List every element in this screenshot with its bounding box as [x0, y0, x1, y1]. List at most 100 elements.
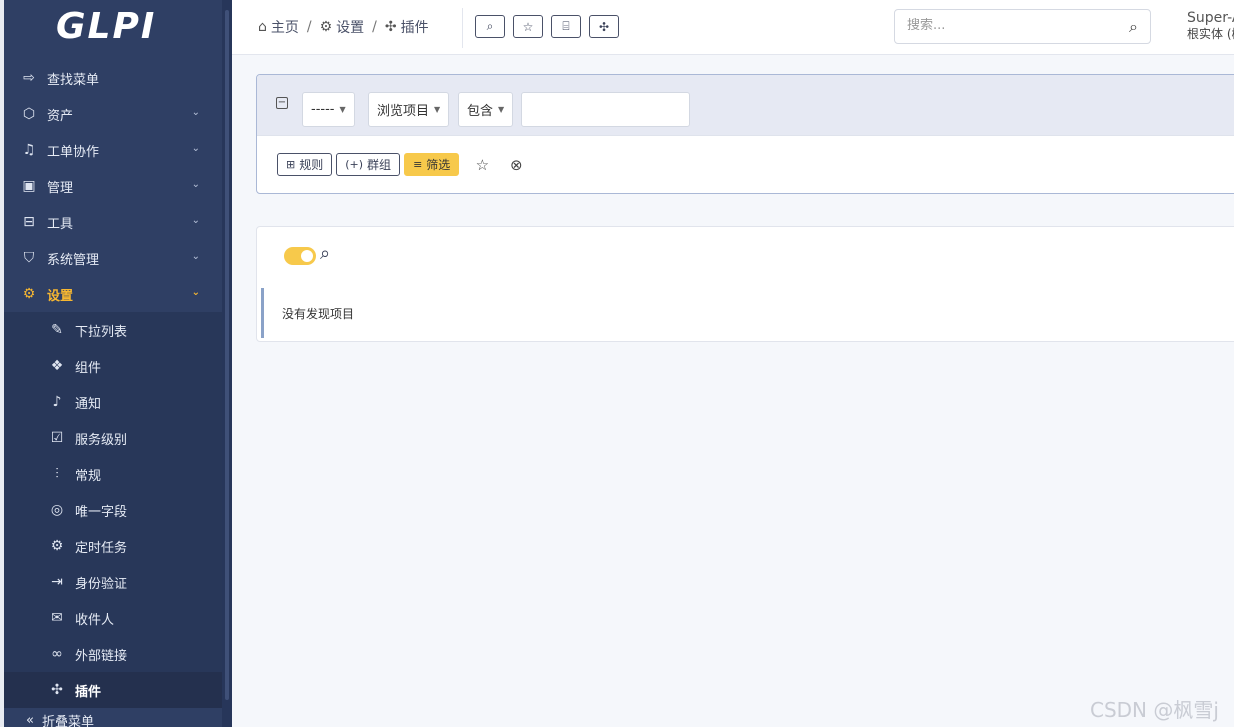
caret-down-icon: ▼: [434, 105, 441, 114]
collapse-menu-button[interactable]: « 折叠菜单: [4, 710, 222, 727]
submenu-item-label: 身份验证: [75, 576, 128, 592]
square-plus-icon: ⊞: [286, 158, 296, 171]
puzzle-icon: ✣: [51, 682, 63, 698]
sidebar-item-6[interactable]: ⚙ 设置 ⌄: [4, 276, 222, 312]
sidebar-item-5[interactable]: ⛉ 系统管理 ⌄: [4, 240, 222, 276]
header-divider: [462, 8, 463, 48]
submenu-item-10[interactable]: ✣ 插件: [4, 672, 222, 708]
breadcrumb: ⌂ 主页 / ⚙ 设置 / ✣ 插件: [258, 17, 429, 37]
star-button[interactable]: ☆: [513, 15, 543, 38]
global-search: ⌕: [894, 9, 1151, 44]
switch-knob: [301, 250, 313, 262]
headset-icon: ♫: [22, 142, 36, 158]
logo-text: GLPI: [56, 5, 157, 47]
add-rule-label: 规则: [299, 158, 324, 172]
filter-button[interactable]: ≡ 筛选: [404, 153, 460, 176]
submenu-item-6[interactable]: ⚙ 定时任务: [4, 528, 222, 564]
link-icon: ∞: [51, 646, 63, 662]
submenu-item-label: 收件人: [75, 612, 115, 628]
star-icon: ☆: [522, 19, 534, 34]
sidebar-item-4[interactable]: ⊟ 工具 ⌄: [4, 204, 222, 240]
reset-circle-x-icon[interactable]: ⊗: [505, 154, 527, 176]
gear-icon: ⚙: [319, 19, 333, 35]
submenu-item-label: 服务级别: [75, 432, 128, 448]
bell-icon: ♪: [52, 394, 62, 410]
scrollbar-thumb[interactable]: [225, 10, 229, 700]
settings-automation-icon: ⚙: [50, 538, 64, 554]
breadcrumb-item-1[interactable]: ⚙ 设置: [320, 17, 365, 37]
chevron-down-icon: ⌄: [191, 251, 200, 262]
item-select[interactable]: 浏览项目 ▼: [368, 92, 450, 127]
submenu-item-2[interactable]: ♪ 通知: [4, 384, 222, 420]
item-select-value: 浏览项目: [377, 104, 430, 119]
collapse-menu-label: 折叠菜单: [41, 714, 94, 727]
sidebar-item-label: 工单协作: [47, 144, 100, 160]
operator-select[interactable]: 包含 ▼: [458, 92, 514, 127]
filter-label: 筛选: [426, 158, 451, 172]
submenu-item-9[interactable]: ∞ 外部链接: [4, 636, 222, 672]
breadcrumb-item-2[interactable]: ✣ 插件: [385, 17, 429, 37]
search-icon[interactable]: ⌕: [1129, 17, 1138, 37]
user-name: Super-A: [1187, 10, 1234, 26]
submenu-item-5[interactable]: ◎ 唯一字段: [4, 492, 222, 528]
remove-criteria-icon[interactable]: −: [276, 97, 288, 109]
submenu-item-7[interactable]: ⇥ 身份验证: [4, 564, 222, 600]
operator-select-value: 包含: [467, 104, 494, 119]
watermark: CSDN @枫雪j: [1090, 698, 1219, 722]
display-toggle-switch[interactable]: [284, 247, 316, 265]
list-search-icon: ≡: [413, 158, 423, 171]
breadcrumb-label: 主页: [270, 20, 299, 36]
search-input[interactable]: [907, 18, 1107, 33]
add-group-button[interactable]: (+) 群组: [336, 153, 401, 176]
breadcrumb-label: 插件: [400, 20, 429, 36]
submenu-item-8[interactable]: ✉ 收件人: [4, 600, 222, 636]
puzzle-icon: ✣: [384, 19, 397, 35]
submenu-item-4[interactable]: ⫶ 常规: [4, 456, 222, 492]
sidebar-item-0[interactable]: ⇨ 查找菜单: [4, 60, 222, 96]
arrow-right-icon: ⇨: [23, 70, 35, 86]
user-menu[interactable]: Super-A 根实体 (树: [1187, 10, 1234, 42]
submenu-item-label: 常规: [75, 468, 102, 484]
sidebar-menu: ⇨ 查找菜单 ⬡ 资产 ⌄ ♫ 工单协作 ⌄ ▣ 管理 ⌄ ⊟ 工具 ⌄ ⛉ 系统管理 ⌄ ⚙ 设置 ⌄ ✎ 下拉列表 ❖ 组…: [4, 60, 222, 708]
header-toolbar: ⌕ ☆ ⌸ ✣: [475, 15, 619, 38]
glpi-logo[interactable]: GLPI: [56, 4, 166, 48]
caret-down-icon: ▼: [498, 105, 505, 114]
box-icon: ⬡: [22, 106, 36, 122]
save-search-star-icon[interactable]: ☆: [471, 154, 493, 176]
field-select[interactable]: ----- ▼: [302, 92, 355, 127]
breadcrumb-separator: /: [306, 19, 312, 35]
breadcrumb-label: 设置: [336, 20, 365, 36]
sidebar-item-label: 工具: [47, 216, 74, 232]
marketplace-button[interactable]: ⌸: [551, 15, 581, 38]
sidebar-item-2[interactable]: ♫ 工单协作 ⌄: [4, 132, 222, 168]
sidebar-item-label: 资产: [47, 108, 74, 124]
shield-icon: ⛉: [23, 250, 35, 266]
sidebar-item-3[interactable]: ▣ 管理 ⌄: [4, 168, 222, 204]
submenu-item-1[interactable]: ❖ 组件: [4, 348, 222, 384]
submenu-item-label: 外部链接: [75, 648, 128, 664]
sidebar-item-label: 管理: [47, 180, 74, 196]
submenu-item-0[interactable]: ✎ 下拉列表: [4, 312, 222, 348]
sidebar-scrollbar[interactable]: [222, 0, 232, 727]
sidebar-item-1[interactable]: ⬡ 资产 ⌄: [4, 96, 222, 132]
criteria-value-input[interactable]: [521, 92, 690, 127]
submenu-item-label: 通知: [75, 396, 102, 412]
field-select-value: -----: [311, 102, 335, 117]
braces-icon: (+): [345, 158, 364, 171]
fingerprint-icon: ◎: [50, 502, 64, 518]
puzzle-button[interactable]: ✣: [589, 15, 619, 38]
settings-submenu: ✎ 下拉列表 ❖ 组件 ♪ 通知 ☑ 服务级别 ⫶ 常规 ◎ 唯一字段 ⚙ 定时任务 ⇥ 身份验证 ✉ 收件人 ∞ 外…: [4, 312, 222, 708]
submenu-item-label: 唯一字段: [75, 504, 128, 520]
search-icon[interactable]: ⌕: [320, 243, 330, 264]
breadcrumb-separator: /: [372, 19, 377, 35]
search-button[interactable]: ⌕: [475, 15, 505, 38]
inbox-icon: ✉: [51, 610, 63, 626]
clipboard-check-icon: ☑: [50, 430, 64, 446]
add-rule-button[interactable]: ⊞ 规则: [277, 153, 333, 176]
breadcrumb-item-0[interactable]: ⌂ 主页: [258, 17, 299, 37]
empty-results-text: 没有发现项目: [282, 306, 355, 321]
puzzle-icon: ✣: [598, 19, 610, 34]
results-card: ⌕ 没有发现项目: [256, 226, 1234, 342]
submenu-item-3[interactable]: ☑ 服务级别: [4, 420, 222, 456]
wallet-icon: ▣: [22, 178, 36, 194]
